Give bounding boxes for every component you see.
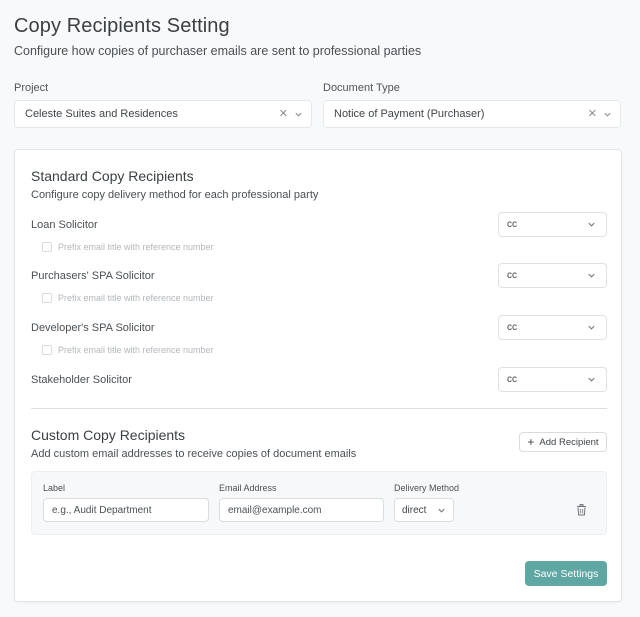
delivery-method-value: cc xyxy=(507,270,517,281)
project-select[interactable]: Celeste Suites and Residences ✕ xyxy=(14,100,312,128)
recipient-label-input[interactable] xyxy=(43,498,209,522)
project-label: Project xyxy=(14,82,49,94)
document-type-value: Notice of Payment (Purchaser) xyxy=(334,108,485,120)
chevron-down-icon xyxy=(295,112,302,117)
party-label-stakeholder-solicitor: Stakeholder Solicitor xyxy=(31,374,132,386)
chevron-down-icon xyxy=(604,112,611,117)
prefix-checkbox[interactable] xyxy=(42,242,52,252)
delivery-method-column-header: Delivery Method xyxy=(394,483,460,493)
prefix-checkbox-label: Prefix email title with reference number xyxy=(58,293,214,303)
prefix-option-loan-solicitor: Prefix email title with reference number xyxy=(42,242,214,252)
party-label-loan-solicitor: Loan Solicitor xyxy=(31,219,98,231)
party-label-developers-spa-solicitor: Developer's SPA Solicitor xyxy=(31,322,155,334)
chevron-down-icon xyxy=(588,325,595,330)
chevron-down-icon xyxy=(438,508,445,513)
delivery-method-value: cc xyxy=(507,374,517,385)
page-subtitle: Configure how copies of purchaser emails… xyxy=(14,44,422,58)
standard-section-subtitle: Configure copy delivery method for each … xyxy=(31,189,319,201)
delivery-method-select-stakeholder-solicitor[interactable]: cc xyxy=(498,367,607,392)
prefix-checkbox-label: Prefix email title with reference number xyxy=(58,345,214,355)
trash-icon[interactable] xyxy=(576,504,587,516)
delivery-method-value: cc xyxy=(507,322,517,333)
recipient-email-input[interactable] xyxy=(219,498,384,522)
document-type-label: Document Type xyxy=(323,82,400,94)
delivery-method-select-developers-spa-solicitor[interactable]: cc xyxy=(498,315,607,340)
section-divider xyxy=(31,408,607,409)
standard-section-title: Standard Copy Recipients xyxy=(31,168,194,184)
delivery-method-select-loan-solicitor[interactable]: cc xyxy=(498,212,607,237)
label-column-header: Label xyxy=(43,483,66,493)
custom-section-subtitle: Add custom email addresses to receive co… xyxy=(31,448,357,460)
prefix-checkbox[interactable] xyxy=(42,293,52,303)
prefix-checkbox[interactable] xyxy=(42,345,52,355)
clear-icon[interactable]: ✕ xyxy=(588,108,597,120)
project-value: Celeste Suites and Residences xyxy=(25,108,178,120)
recipient-delivery-method-value: direct xyxy=(402,504,427,516)
save-settings-button[interactable]: Save Settings xyxy=(525,561,607,586)
email-column-header: Email Address xyxy=(219,483,277,493)
add-recipient-button[interactable]: + Add Recipient xyxy=(519,432,607,452)
delivery-method-value: cc xyxy=(507,219,517,230)
prefix-checkbox-label: Prefix email title with reference number xyxy=(58,242,214,252)
add-recipient-label: Add Recipient xyxy=(539,436,599,448)
custom-section-title: Custom Copy Recipients xyxy=(31,427,186,443)
chevron-down-icon xyxy=(588,377,595,382)
delivery-method-select-purchasers-spa-solicitor[interactable]: cc xyxy=(498,263,607,288)
settings-card: Standard Copy Recipients Configure copy … xyxy=(14,149,622,602)
prefix-option-purchasers-spa-solicitor: Prefix email title with reference number xyxy=(42,293,214,303)
document-type-select[interactable]: Notice of Payment (Purchaser) ✕ xyxy=(323,100,621,128)
chevron-down-icon xyxy=(588,273,595,278)
custom-recipient-row: Label Email Address Delivery Method dire… xyxy=(31,471,607,535)
page-title: Copy Recipients Setting xyxy=(14,15,230,37)
chevron-down-icon xyxy=(588,222,595,227)
recipient-delivery-method-select[interactable]: direct xyxy=(394,498,454,522)
prefix-option-developers-spa-solicitor: Prefix email title with reference number xyxy=(42,345,214,355)
clear-icon[interactable]: ✕ xyxy=(279,108,288,120)
plus-icon: + xyxy=(527,435,535,449)
party-label-purchasers-spa-solicitor: Purchasers' SPA Solicitor xyxy=(31,270,155,282)
